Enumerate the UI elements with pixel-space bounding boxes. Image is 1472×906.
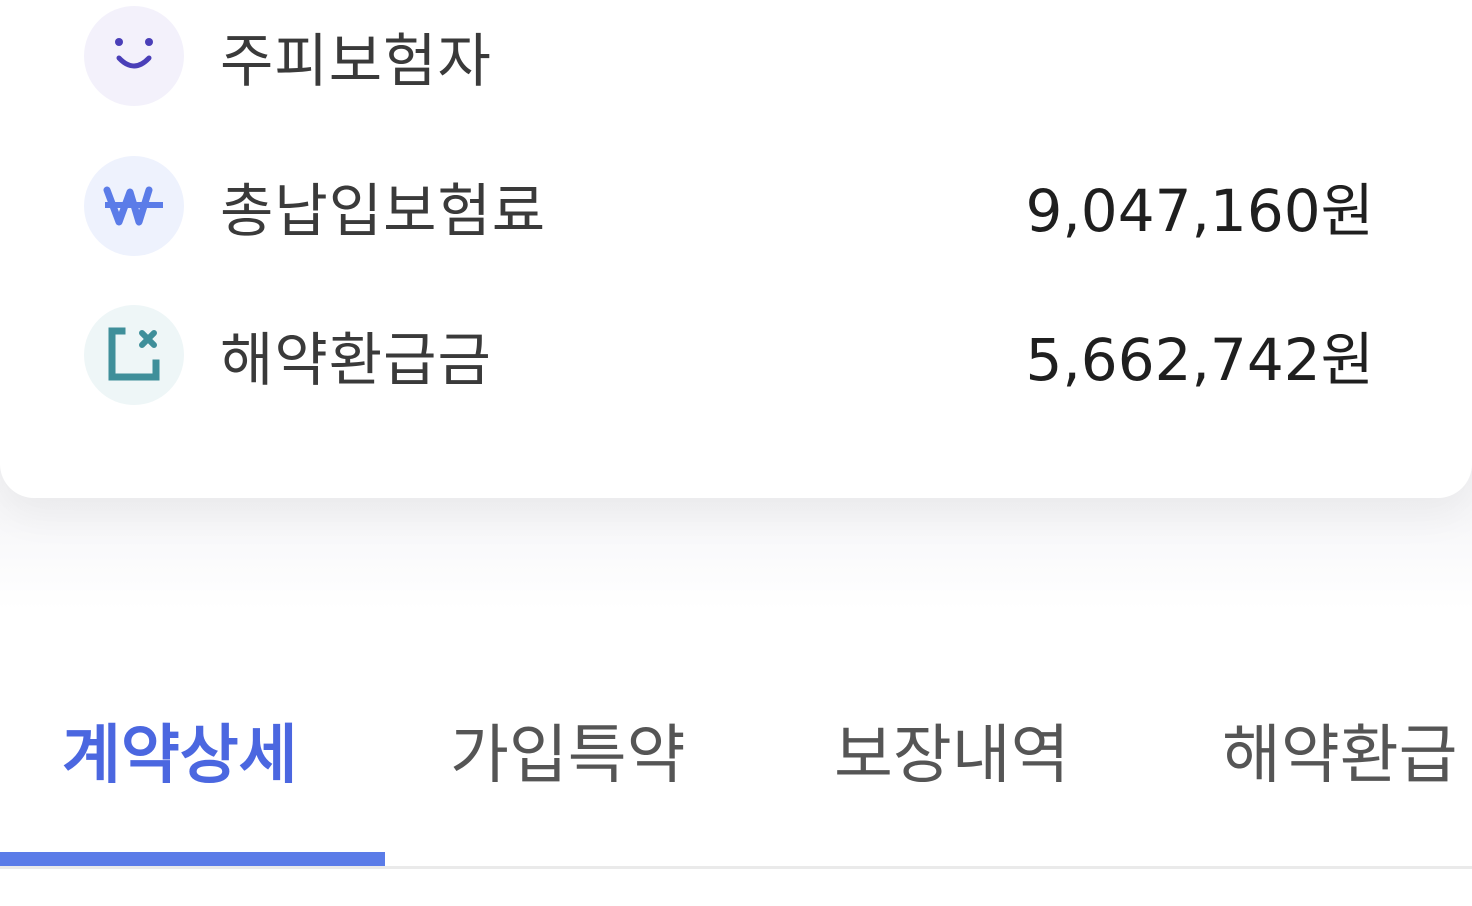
total-premium-label: 총납입보험료 (220, 177, 547, 245)
tab-contract-detail[interactable]: 계약상세 (62, 700, 298, 800)
tab-riders[interactable]: 가입특약 (450, 700, 686, 800)
surrender-refund-value: 5,662,742원 (1025, 326, 1374, 394)
active-tab-indicator (0, 852, 385, 866)
refund-icon (84, 305, 184, 405)
insured-person-row[interactable]: 주피보험자 (84, 6, 1374, 106)
smile-icon (84, 6, 184, 106)
surrender-refund-label: 해약환급금 (220, 326, 492, 394)
won-icon (84, 156, 184, 256)
surrender-refund-row[interactable]: 해약환급금 5,662,742원 (84, 305, 1374, 405)
total-premium-row[interactable]: 총납입보험료 9,047,160원 (84, 156, 1374, 256)
contract-detail-screen: 주피보험자 총납입보험료 9,047,160원 해약환급금 5,662,742원… (0, 0, 1472, 906)
tab-bar-divider (0, 866, 1472, 869)
tab-surrender-refund[interactable]: 해약환급 (1222, 700, 1458, 800)
total-premium-value: 9,047,160원 (1025, 177, 1374, 245)
tab-coverage[interactable]: 보장내역 (834, 700, 1070, 800)
insured-person-label: 주피보험자 (220, 27, 492, 95)
tab-bar: 계약상세 가입특약 보장내역 해약환급 (0, 700, 1472, 800)
